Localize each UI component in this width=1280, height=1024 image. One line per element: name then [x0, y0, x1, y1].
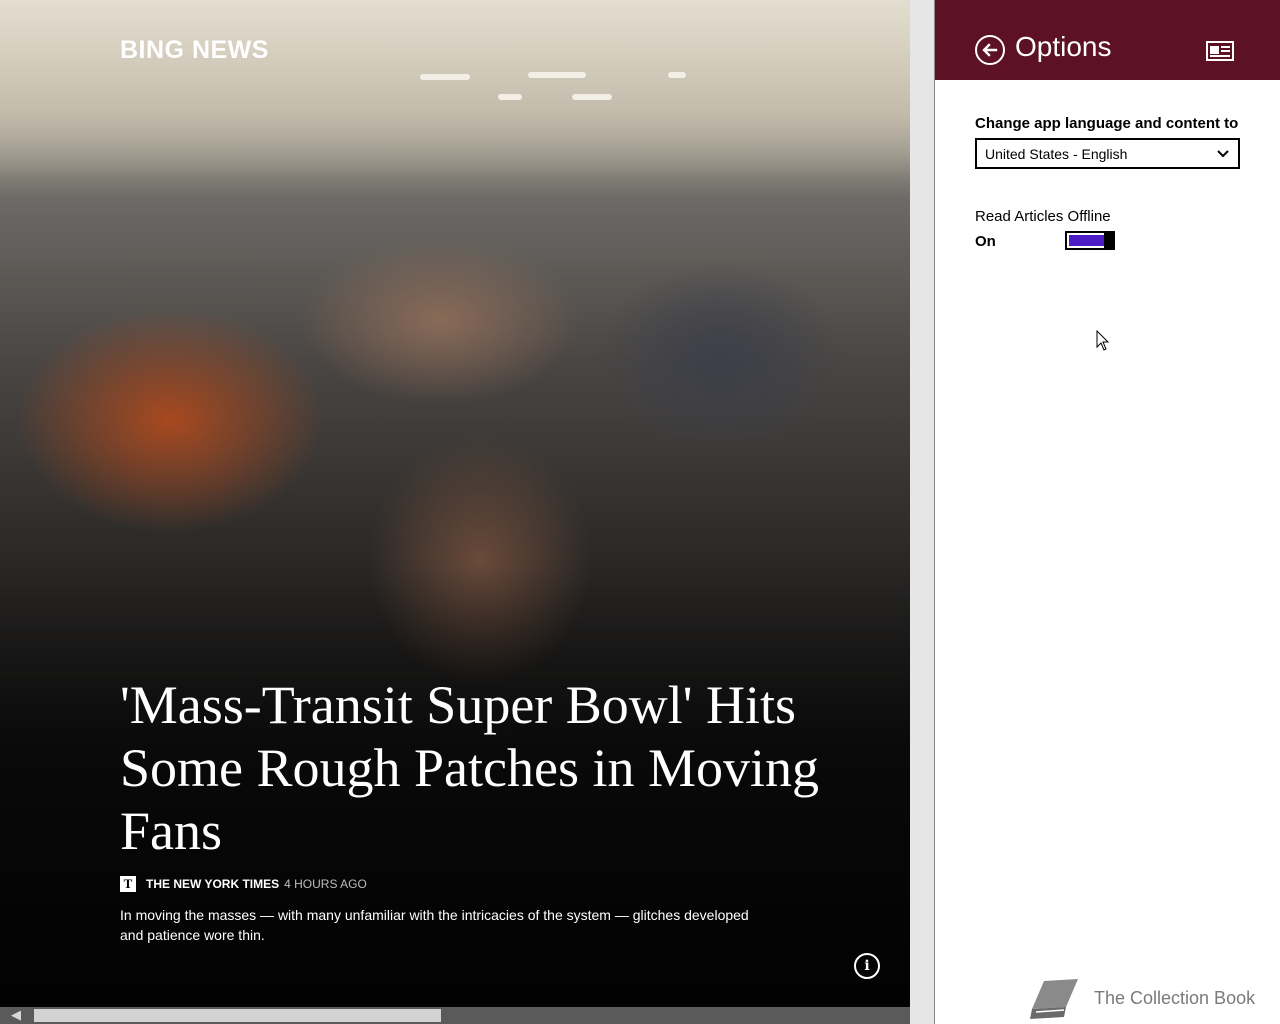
ceiling-light [572, 94, 612, 100]
book-icon [1030, 979, 1078, 1019]
news-app-icon [1206, 41, 1234, 61]
arrow-left-icon [982, 43, 998, 57]
options-pane: Options Change app language and content … [935, 0, 1280, 1024]
ceiling-light [420, 74, 470, 80]
info-icon[interactable]: i [854, 953, 880, 979]
watermark-text: The Collection Book [1094, 987, 1256, 1008]
chevron-down-icon [1217, 150, 1229, 158]
offline-toggle[interactable] [1065, 231, 1115, 250]
toggle-knob[interactable] [1104, 231, 1115, 250]
back-button[interactable] [975, 35, 1005, 65]
article-headline[interactable]: 'Mass-Transit Super Bowl' Hits Some Roug… [120, 674, 820, 863]
article-source-row: T THE NEW YORK TIMES 4 HOURS AGO [120, 876, 367, 892]
app-brand: BING NEWS [120, 36, 269, 64]
toggle-fill [1069, 235, 1105, 246]
hero-photo-ceiling [0, 0, 910, 180]
offline-state: On [975, 233, 996, 250]
ceiling-light [668, 72, 686, 78]
options-title: Options [1015, 31, 1112, 62]
article-time: 4 HOURS AGO [284, 877, 367, 891]
article-summary: In moving the masses — with many unfamil… [120, 907, 749, 943]
language-select[interactable]: United States - English [975, 138, 1240, 169]
pane-gap [910, 0, 934, 1024]
language-label: Change app language and content to [975, 115, 1239, 132]
offline-label: Read Articles Offline [975, 208, 1111, 225]
ceiling-light [498, 94, 522, 100]
ceiling-light [528, 72, 586, 78]
watermark: The Collection Book [1028, 975, 1255, 1021]
mouse-cursor-icon [1096, 330, 1110, 351]
scroll-left-arrow-icon[interactable]: ◀ [6, 1008, 26, 1023]
scrollbar-thumb[interactable] [34, 1009, 441, 1022]
language-value: United States - English [985, 145, 1128, 162]
source-logo-icon: T [120, 876, 136, 892]
hero-article[interactable]: BING NEWS 'Mass-Transit Super Bowl' Hits… [0, 0, 910, 1024]
article-source: THE NEW YORK TIMES [146, 877, 280, 891]
options-header: Options [935, 0, 1280, 80]
